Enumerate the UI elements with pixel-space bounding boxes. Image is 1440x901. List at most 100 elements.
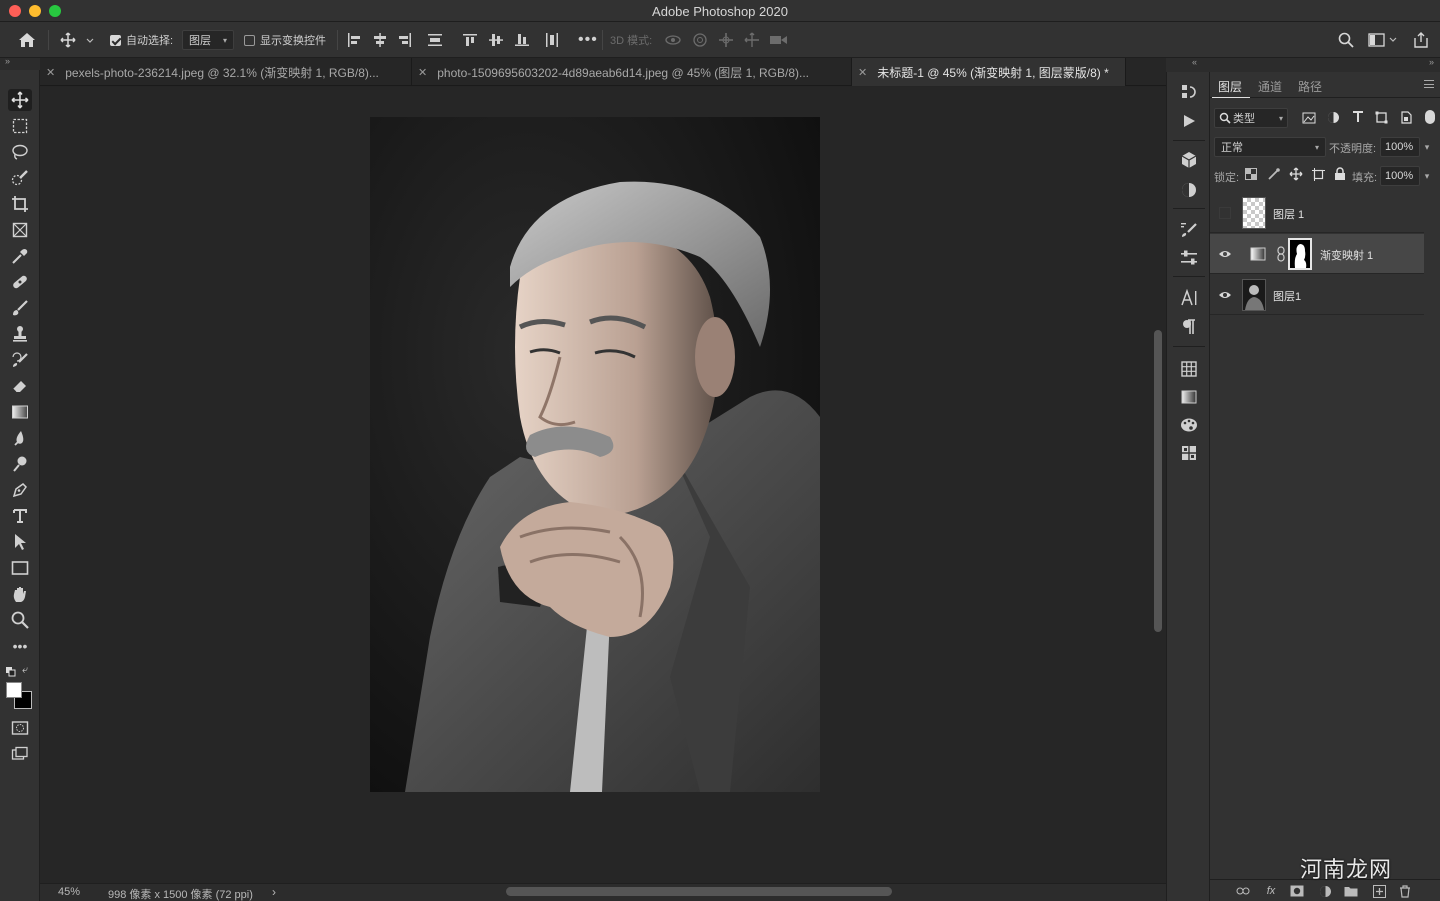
filter-pixel-icon[interactable] [1302,112,1316,127]
patterns-panel-button[interactable] [1177,413,1201,437]
layer-name[interactable]: 渐变映射 1 [1320,247,1373,263]
marquee-tool-button[interactable] [8,115,32,137]
swap-colors-icon[interactable]: ⤶ [22,664,28,677]
3d-pan-icon[interactable] [718,22,734,58]
more-tools-icon[interactable]: ••• [8,635,32,657]
hand-tool-button[interactable] [8,583,32,605]
collapse-layers-icon[interactable]: » [1429,57,1434,67]
tab-document-3[interactable]: ✕ 未标题-1 @ 45% (渐变映射 1, 图层蒙版/8) * [852,58,1126,86]
fill-input[interactable]: 100% [1380,166,1420,186]
show-transform-check[interactable] [244,34,255,46]
crop-tool-button[interactable] [8,193,32,215]
new-adjustment-layer-icon[interactable] [1316,883,1334,899]
lock-position-icon[interactable] [1289,167,1303,184]
character-panel-button[interactable] [1177,286,1201,310]
layer-name[interactable]: 图层 1 [1273,206,1304,222]
screen-mode-button[interactable] [8,743,32,765]
foreground-color-swatch[interactable] [6,682,22,698]
zoom-tool-button[interactable] [8,609,32,631]
zoom-level[interactable]: 45% [58,886,80,898]
opacity-input[interactable]: 100% [1380,137,1420,157]
quick-mask-button[interactable] [8,717,32,739]
lock-all-icon[interactable] [1334,167,1346,184]
new-layer-icon[interactable] [1370,883,1388,899]
auto-select-check[interactable] [110,34,121,46]
layer-row-selected[interactable]: 渐变映射 1 [1210,234,1424,274]
layer-row[interactable]: 图层1 [1210,275,1424,315]
link-layers-icon[interactable] [1234,883,1252,899]
blend-mode-dropdown[interactable]: 正常 ▾ [1214,137,1326,157]
move-tool-preset-icon[interactable] [60,22,96,58]
document-canvas[interactable] [40,87,1166,883]
visibility-toggle-off[interactable] [1219,207,1231,219]
paragraph-panel-button[interactable] [1177,315,1201,339]
actions-panel-button[interactable] [1177,109,1201,133]
close-tab-icon[interactable]: ✕ [46,66,55,79]
type-tool-button[interactable] [8,505,32,527]
filter-adjustment-icon[interactable] [1327,111,1340,127]
swatches-panel-button[interactable] [1177,357,1201,381]
collapse-toolbar-icon[interactable]: » [5,56,10,66]
eyedropper-tool-button[interactable] [8,245,32,267]
auto-select-target-dropdown[interactable]: 图层 ▾ [182,30,234,50]
adjustments-panel-button[interactable] [1177,178,1201,202]
home-icon[interactable] [18,22,36,58]
path-select-tool-button[interactable] [8,531,32,553]
tab-document-1[interactable]: ✕ pexels-photo-236214.jpeg @ 32.1% (渐变映射… [40,58,412,86]
vertical-scrollbar-thumb[interactable] [1154,330,1162,632]
3d-roll-icon[interactable] [692,22,708,58]
close-tab-icon[interactable]: ✕ [858,66,867,79]
lock-pixels-icon[interactable] [1268,168,1280,183]
default-colors-icon[interactable] [6,666,16,680]
auto-select-checkbox[interactable]: 自动选择: [110,22,173,58]
close-tab-icon[interactable]: ✕ [418,66,427,79]
gradient-tool-button[interactable] [8,401,32,423]
layer-row[interactable]: 图层 1 [1210,193,1424,233]
move-tool-button[interactable] [8,89,32,111]
layer-mask-thumbnail[interactable] [1288,238,1312,270]
add-mask-icon[interactable] [1288,883,1306,899]
collapse-panel-icon[interactable]: « [1192,57,1197,67]
layer-name[interactable]: 图层1 [1273,288,1301,304]
eye-icon[interactable] [1218,289,1232,301]
align-center-icon[interactable] [372,22,388,58]
delete-layer-icon[interactable] [1396,883,1414,899]
search-icon[interactable] [1338,22,1354,58]
fill-dropdown-icon[interactable]: ▾ [1420,166,1434,186]
properties-panel-button[interactable] [1177,246,1201,270]
show-transform-checkbox[interactable]: 显示变换控件 [244,22,326,58]
lock-artboard-icon[interactable] [1312,168,1325,184]
align-top-icon[interactable] [462,22,478,58]
lasso-tool-button[interactable] [8,141,32,163]
tab-paths[interactable]: 路径 [1298,78,1322,95]
tab-channels[interactable]: 通道 [1258,78,1282,95]
history-brush-tool-button[interactable] [8,349,32,371]
frame-tool-button[interactable] [8,219,32,241]
gradients-panel-button[interactable] [1177,385,1201,409]
healing-tool-button[interactable] [8,271,32,293]
rectangle-tool-button[interactable] [8,557,32,579]
quick-select-tool-button[interactable] [8,167,32,189]
filter-smart-object-icon[interactable] [1400,111,1412,127]
link-icon[interactable] [1277,246,1285,265]
align-right-icon[interactable] [397,22,413,58]
align-bottom-icon[interactable] [514,22,530,58]
align-left-icon[interactable] [346,22,362,58]
stamp-tool-button[interactable] [8,323,32,345]
filter-toggle-switch[interactable] [1425,110,1435,124]
new-group-icon[interactable] [1342,883,1360,899]
distribute-icon[interactable] [427,22,443,58]
3d-orbit-icon[interactable] [664,22,682,58]
workspace-icon[interactable] [1368,22,1398,58]
more-options-icon[interactable]: ••• [578,22,598,58]
tab-document-2[interactable]: ✕ photo-1509695603202-4d89aeab6d14.jpeg … [412,58,852,86]
history-panel-button[interactable] [1177,80,1201,104]
distribute-vertical-icon[interactable] [544,22,560,58]
panel-menu-icon[interactable] [1424,80,1434,88]
filter-type-icon[interactable] [1352,111,1364,126]
opacity-dropdown-icon[interactable]: ▾ [1420,137,1434,157]
brush-tool-button[interactable] [8,297,32,319]
layer-style-button[interactable]: fx [1262,883,1280,899]
styles-panel-button[interactable] [1177,441,1201,465]
lock-transparency-icon[interactable] [1245,168,1257,183]
